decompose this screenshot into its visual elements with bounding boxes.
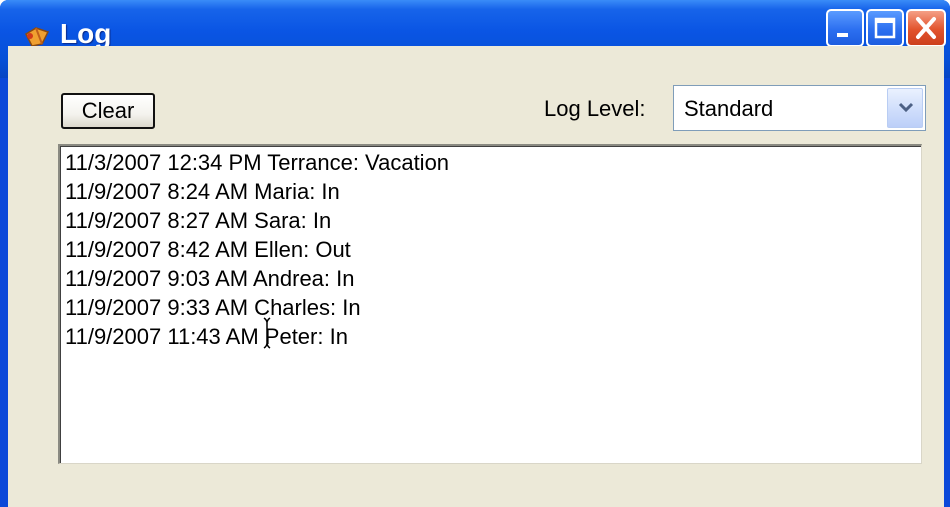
log-level-label: Log Level: xyxy=(544,96,646,121)
window-client-area: Clear Log Level: Standard 11/3/2007 12:3… xyxy=(8,46,944,507)
log-entries: 11/3/2007 12:34 PM Terrance: Vacation 11… xyxy=(65,148,449,351)
minimize-icon xyxy=(837,33,848,37)
log-window: Log Clear Log Level: Standard 11/3/2007 … xyxy=(0,0,950,507)
close-icon xyxy=(916,17,936,39)
chevron-down-icon xyxy=(898,102,914,113)
close-button[interactable] xyxy=(906,9,946,47)
log-entry: 11/9/2007 8:27 AM Sara: In xyxy=(65,208,332,233)
log-entry: 11/3/2007 12:34 PM Terrance: Vacation xyxy=(65,150,450,175)
log-entry: 11/9/2007 9:03 AM Andrea: In xyxy=(65,266,355,291)
log-text-area[interactable]: 11/3/2007 12:34 PM Terrance: Vacation 11… xyxy=(58,144,922,464)
maximize-icon xyxy=(874,17,896,39)
log-level-value: Standard xyxy=(684,96,774,121)
log-level-dropdown-button[interactable] xyxy=(887,88,923,128)
clear-button[interactable]: Clear xyxy=(61,93,155,129)
minimize-button[interactable] xyxy=(826,9,864,47)
log-entry: 11/9/2007 8:24 AM Maria: In xyxy=(65,179,340,204)
text-cursor-icon xyxy=(263,317,271,349)
log-entry: 11/9/2007 11:43 AM Peter: In xyxy=(65,324,348,349)
log-entry: 11/9/2007 9:33 AM Charles: In xyxy=(65,295,361,320)
log-entry: 11/9/2007 8:42 AM Ellen: Out xyxy=(65,237,351,262)
maximize-button[interactable] xyxy=(866,9,904,47)
log-level-select[interactable]: Standard xyxy=(673,85,926,131)
